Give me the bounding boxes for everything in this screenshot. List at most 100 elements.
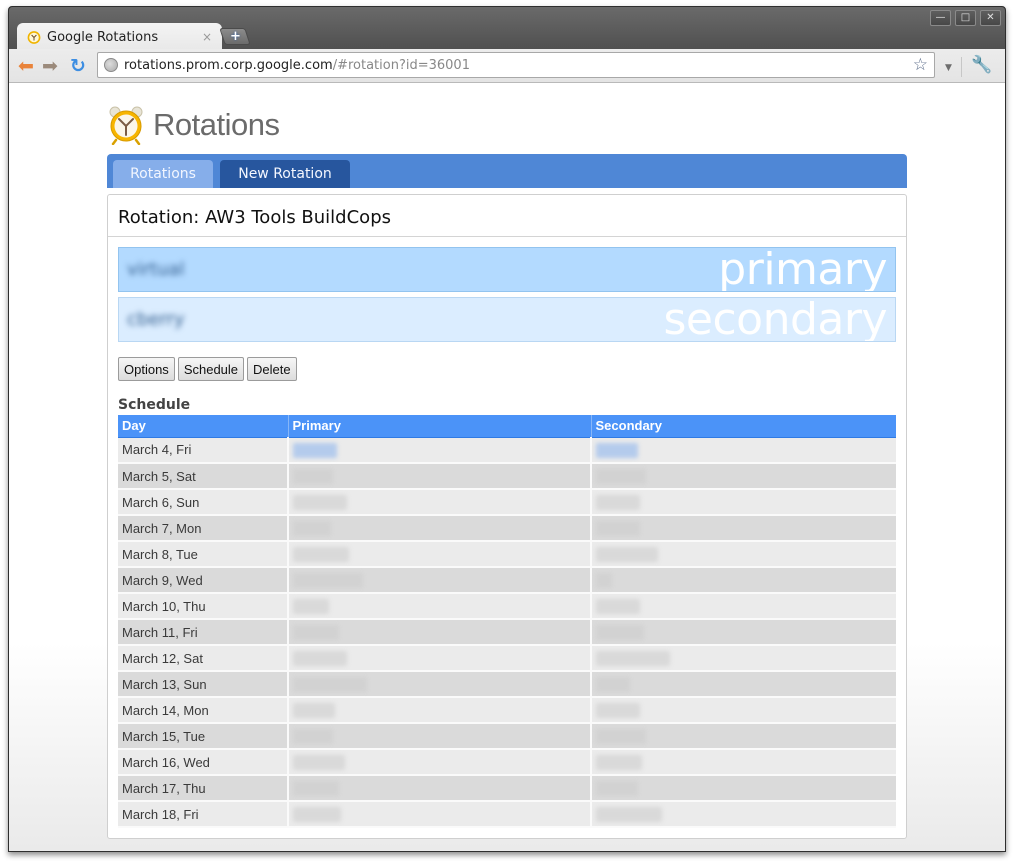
table-row: March 11, Fri [118,619,896,646]
day-cell: March 4, Fri [118,437,289,464]
plus-icon: + [229,29,241,44]
day-cell: March 15, Tue [118,723,289,750]
wrench-icon[interactable]: 🔧 [971,55,992,75]
primary-cell [288,489,592,516]
close-window-button[interactable]: ✕ [980,10,1001,26]
primary-cell [288,619,592,646]
secondary-cell [591,463,896,490]
alarm-clock-icon [109,106,143,145]
day-cell: March 16, Wed [118,749,289,776]
secondary-name-redacted [596,651,670,667]
table-row: March 14, Mon [118,697,896,724]
primary-cell [288,749,592,776]
secondary-label: secondary [663,297,887,342]
browser-toolbar: ⬅ ➡ ↻ rotations.prom.corp.google.com /#r… [9,49,1005,83]
secondary-name-redacted [596,677,630,693]
address-bar[interactable]: rotations.prom.corp.google.com /#rotatio… [97,52,935,78]
column-header-day: Day [118,415,289,438]
day-cell: March 14, Mon [118,697,289,724]
options-button[interactable]: Options [118,357,175,381]
secondary-cell [591,593,896,620]
table-row: March 9, Wed [118,567,896,594]
primary-name-redacted [293,495,347,511]
schedule-heading: Schedule [118,397,191,413]
secondary-cell [591,645,896,672]
primary-cell [288,515,592,542]
day-cell: March 13, Sun [118,671,289,698]
primary-name-redacted [293,677,367,693]
table-row: March 12, Sat [118,645,896,672]
schedule-button[interactable]: Schedule [177,357,245,381]
day-cell: March 10, Thu [118,593,289,620]
primary-name-redacted [293,573,363,589]
secondary-name-redacted [596,703,640,719]
primary-name-redacted [293,703,335,719]
primary-name-redacted [293,521,331,537]
primary-label: primary [718,247,887,292]
primary-cell [288,437,592,464]
secondary-oncall-name: cberry [127,309,185,330]
schedule-table: Day Primary Secondary March 4, Fri March … [118,415,896,828]
secondary-name-redacted [596,599,640,615]
table-row: March 4, Fri [118,437,896,464]
column-header-primary: Primary [288,415,592,438]
table-row: March 10, Thu [118,593,896,620]
reload-icon[interactable]: ↻ [67,55,89,77]
secondary-name-redacted [596,755,642,771]
day-cell: March 7, Mon [118,515,289,542]
window-controls: — □ ✕ [930,10,1001,26]
secondary-name-redacted [596,807,662,823]
table-row: March 15, Tue [118,723,896,750]
tab-new-rotation[interactable]: New Rotation [220,160,350,188]
minimize-button[interactable]: — [930,10,951,26]
bookmark-star-icon[interactable]: ☆ [913,55,928,75]
back-arrow-icon[interactable]: ⬅ [15,55,37,77]
page-menu-icon[interactable]: ▼ [945,63,952,73]
secondary-cell [591,437,896,464]
table-row: March 16, Wed [118,749,896,776]
primary-name-redacted [293,781,339,797]
browser-tab[interactable]: Google Rotations × [17,23,222,51]
day-cell: March 8, Tue [118,541,289,568]
app-logo[interactable]: Rotations [107,105,280,145]
maximize-button[interactable]: □ [955,10,976,26]
url-host: rotations.prom.corp.google.com [124,57,333,73]
alarm-clock-icon [27,31,41,44]
url-path: /#rotation?id=36001 [332,57,470,73]
primary-name-redacted [293,442,337,458]
table-row: March 13, Sun [118,671,896,698]
primary-cell [288,723,592,750]
primary-cell [288,541,592,568]
primary-cell [288,463,592,490]
table-row: March 18, Fri [118,801,896,828]
tab-close-icon[interactable]: × [202,30,212,44]
browser-window: — □ ✕ Google Rotations × + ⬅ ➡ ↻ rotatio… [8,6,1006,852]
primary-name-redacted [293,729,333,745]
secondary-cell [591,515,896,542]
primary-name-redacted [293,807,341,823]
secondary-name-redacted [596,573,612,589]
secondary-name-redacted [596,442,638,458]
primary-name-redacted [293,599,329,615]
primary-name-redacted [293,547,349,563]
rotation-title: Rotation: AW3 Tools BuildCops [118,207,391,228]
secondary-cell [591,567,896,594]
secondary-cell [591,489,896,516]
secondary-oncall-banner: cberry secondary [118,297,896,342]
day-cell: March 6, Sun [118,489,289,516]
secondary-cell [591,723,896,750]
secondary-name-redacted [596,625,644,641]
primary-cell [288,775,592,802]
primary-cell [288,801,592,828]
delete-button[interactable]: Delete [247,357,297,381]
day-cell: March 5, Sat [118,463,289,490]
secondary-name-redacted [596,495,640,511]
secondary-cell [591,775,896,802]
primary-oncall-name: virtual [127,259,185,280]
new-tab-button[interactable]: + [219,28,251,45]
forward-arrow-icon[interactable]: ➡ [39,55,61,77]
table-row: March 17, Thu [118,775,896,802]
tab-title: Google Rotations [47,29,159,45]
divider [108,236,906,237]
tab-rotations[interactable]: Rotations [113,160,213,188]
